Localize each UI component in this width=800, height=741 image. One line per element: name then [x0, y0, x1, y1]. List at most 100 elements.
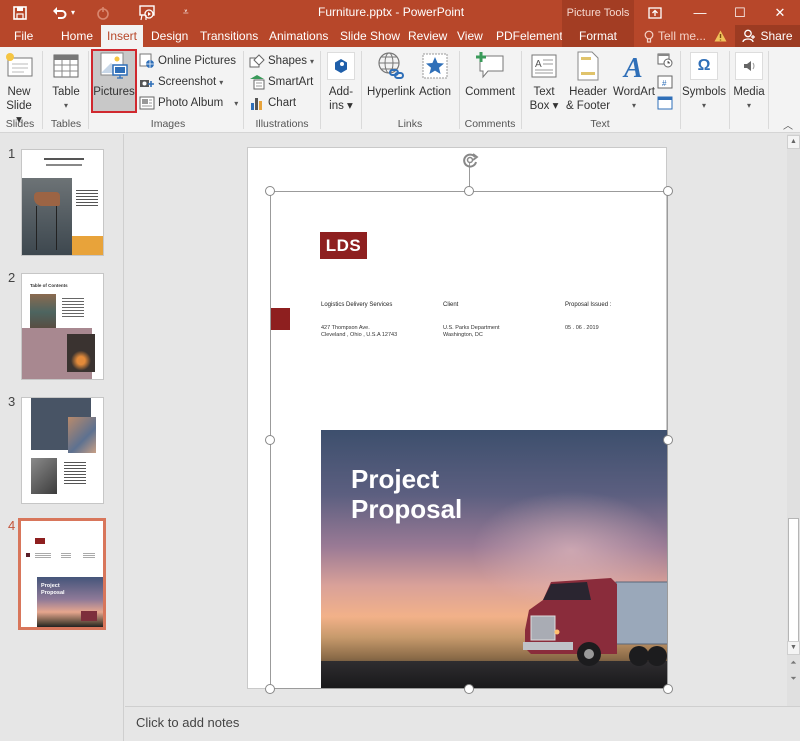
media-button[interactable]: Media ▾: [731, 49, 767, 113]
addins-button[interactable]: Add- ins ▾: [325, 49, 357, 113]
symbols-button[interactable]: Ω Symbols ▾: [682, 49, 726, 113]
hyperlink-button[interactable]: Hyperlink: [365, 49, 417, 99]
tab-home[interactable]: Home: [55, 25, 99, 47]
share-label: Share: [760, 29, 793, 43]
next-slide-button[interactable]: ⏷: [787, 674, 800, 687]
action-button[interactable]: Action: [417, 49, 453, 99]
shapes-label: Shapes: [268, 55, 308, 67]
resize-handle-bottom[interactable]: [464, 684, 474, 694]
tab-view[interactable]: View: [451, 25, 489, 47]
group-label-images: Images: [150, 118, 186, 130]
company-heading: Logistics Delivery Services: [321, 302, 393, 308]
smartart-button[interactable]: SmartArt: [249, 73, 313, 91]
scroll-down-button[interactable]: ▼: [787, 641, 800, 655]
group-label-illustrations: Illustrations: [255, 118, 309, 130]
slide-thumbnail-4[interactable]: Project Proposal: [18, 518, 106, 630]
chart-icon: [251, 98, 262, 110]
table-label: Table: [52, 86, 80, 98]
slide-thumbnail-3[interactable]: [21, 397, 104, 504]
scroll-thumb[interactable]: [788, 518, 799, 643]
tab-insert[interactable]: Insert: [101, 25, 144, 47]
header-footer-label-1: Header: [569, 86, 607, 98]
vertical-scrollbar[interactable]: ▲ ▼ ⏶ ⏷: [787, 134, 800, 706]
collapse-ribbon-button[interactable]: ︿: [783, 117, 793, 132]
lds-logo[interactable]: LDS: [320, 232, 367, 259]
tab-slide-show[interactable]: Slide Show: [334, 25, 406, 47]
customize-qat-button[interactable]: ⩡: [183, 0, 189, 25]
store-icon: [335, 59, 347, 73]
thumb-project-title: Project Proposal: [41, 583, 65, 597]
close-button[interactable]: ✕: [762, 0, 798, 25]
maximize-button[interactable]: ☐: [722, 0, 758, 25]
scroll-up-button[interactable]: ▲: [787, 135, 800, 149]
pictures-label: Pictures: [93, 86, 135, 98]
tab-format[interactable]: Format: [562, 25, 634, 47]
share-button[interactable]: Share: [735, 25, 800, 47]
wordart-button[interactable]: A WordArt ▾: [612, 49, 656, 113]
resize-handle-left[interactable]: [265, 435, 275, 445]
resize-handle-bottom-left[interactable]: [265, 684, 275, 694]
photo-album-button[interactable]: Photo Album ▾: [139, 94, 238, 112]
slide-thumbnail-1[interactable]: [21, 149, 104, 256]
group-divider: [680, 51, 681, 129]
redo-button[interactable]: [95, 0, 111, 25]
thumb-lds-logo: [35, 538, 45, 544]
new-slide-icon: [6, 53, 33, 77]
thumb-text-block: [61, 553, 71, 558]
pictures-button[interactable]: Pictures: [92, 49, 136, 99]
share-person-icon: [742, 29, 756, 43]
undo-button[interactable]: ▾: [52, 0, 75, 25]
truck-sunset-picture[interactable]: Project Proposal: [321, 430, 668, 689]
chart-button[interactable]: Chart: [249, 94, 296, 112]
svg-text:#: #: [662, 79, 667, 88]
tell-me-box[interactable]: Tell me...: [638, 25, 733, 47]
resize-handle-right[interactable]: [663, 435, 673, 445]
shapes-icon: [249, 54, 265, 68]
resize-handle-top-right[interactable]: [663, 186, 673, 196]
previous-slide-button[interactable]: ⏶: [787, 658, 800, 671]
table-button[interactable]: Table ▾: [48, 49, 84, 113]
resize-handle-top-left[interactable]: [265, 186, 275, 196]
double-chevron-down-icon: ⏷: [790, 674, 797, 683]
chair-photo: [22, 178, 72, 255]
group-divider: [459, 51, 460, 129]
shapes-button[interactable]: Shapes ▾: [249, 52, 314, 70]
pictures-icon: [100, 52, 128, 79]
group-label-comments: Comments: [464, 118, 516, 130]
project-title-line-1: Project: [351, 464, 440, 494]
company-address-line-1: 427 Thompson Ave.: [321, 325, 370, 331]
save-button[interactable]: [12, 0, 28, 25]
online-pictures-button[interactable]: Online Pictures: [139, 52, 236, 70]
tab-design[interactable]: Design: [145, 25, 194, 47]
ribbon-display-options-button[interactable]: [637, 0, 673, 25]
resize-handle-bottom-right[interactable]: [663, 684, 673, 694]
rotate-handle[interactable]: [460, 150, 480, 175]
comment-icon: [476, 52, 504, 79]
screenshot-icon: [140, 80, 154, 87]
ribbon-display-icon: [648, 6, 662, 19]
red-accent-square[interactable]: [271, 308, 290, 330]
start-from-beginning-button[interactable]: [138, 0, 156, 25]
new-slide-button[interactable]: New Slide ▾: [2, 49, 36, 127]
date-time-button[interactable]: [657, 51, 673, 69]
undo-dropdown-icon[interactable]: ▾: [71, 8, 75, 17]
svg-text:A: A: [535, 59, 542, 70]
screenshot-button[interactable]: Screenshot ▾: [139, 73, 223, 91]
object-button[interactable]: [657, 94, 673, 112]
text-box-button[interactable]: A Text Box ▾: [526, 49, 562, 113]
tab-transitions[interactable]: Transitions: [194, 25, 264, 47]
slide-number-button[interactable]: #: [657, 73, 673, 91]
slide-thumbnail-2[interactable]: Table of Contents: [21, 273, 104, 380]
thumb-text-block: [62, 298, 84, 318]
group-divider: [320, 51, 321, 129]
comment-button[interactable]: Comment: [463, 49, 517, 99]
minimize-button[interactable]: —: [682, 0, 718, 25]
tab-pdfelement[interactable]: PDFelement: [490, 25, 569, 47]
notes-pane[interactable]: Click to add notes: [125, 706, 800, 741]
resize-handle-top[interactable]: [464, 186, 474, 196]
tab-review[interactable]: Review: [402, 25, 453, 47]
header-footer-button[interactable]: Header & Footer: [563, 49, 613, 113]
tab-animations[interactable]: Animations: [263, 25, 334, 47]
thumb-text-block: [76, 190, 98, 208]
tab-file[interactable]: File: [8, 25, 39, 47]
